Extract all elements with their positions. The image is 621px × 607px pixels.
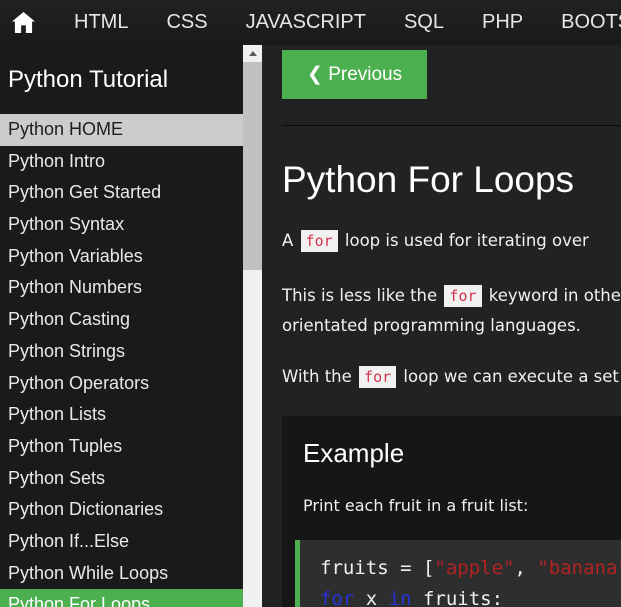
code-string: "banana" [537, 557, 621, 579]
paragraph-line: A for loop is used for iterating over [282, 230, 589, 252]
content-area: Python Tutorial Python HOME Python Intro P… [0, 45, 621, 607]
code-string: "apple" [434, 557, 515, 579]
divider-line [282, 125, 621, 126]
paragraph-line: This is less like the for keyword in oth… [282, 285, 621, 307]
sidebar-item-python-syntax[interactable]: Python Syntax [0, 209, 243, 241]
paragraph-line: With the for loop we can execute a set o… [282, 366, 621, 388]
sidebar-items: Python HOME Python Intro Python Get Starte… [0, 114, 243, 607]
sidebar-item-python-intro[interactable]: Python Intro [0, 146, 243, 178]
sidebar-title: Python Tutorial [8, 66, 169, 93]
code-block: fruits = ["apple", "banana", "cherry"]fo… [295, 540, 621, 607]
sidebar-item-python-home[interactable]: Python HOME [0, 114, 243, 146]
topnav-item-css[interactable]: CSS [147, 11, 226, 34]
topnav-item-javascript[interactable]: JAVASCRIPT [227, 11, 385, 34]
main-content: ❮ Previous Python For Loops A for loop i… [262, 45, 621, 607]
sidebar-item-python-get-started[interactable]: Python Get Started [0, 177, 243, 209]
sidebar-item-python-strings[interactable]: Python Strings [0, 336, 243, 368]
code-keyword: in [388, 588, 412, 607]
intro-paragraphs: A for loop is used for iterating over Thi… [282, 226, 621, 392]
sidebar-item-python-for-loops[interactable]: Python For Loops [0, 589, 243, 607]
paragraph: This is less like the for keyword in oth… [282, 281, 621, 340]
sidebar-item-python-sets[interactable]: Python Sets [0, 463, 243, 495]
scroll-up-arrow-icon [248, 51, 257, 56]
code-line: for x in fruits: [320, 584, 621, 607]
sidebar-item-python-if-else[interactable]: Python If...Else [0, 526, 243, 558]
codespan: for [359, 366, 397, 388]
paragraph: With the for loop we can execute a set o… [282, 362, 621, 392]
topnav-item-php[interactable]: PHP [463, 11, 542, 34]
sidebar-item-python-lists[interactable]: Python Lists [0, 399, 243, 431]
topnav-items: HTMLCSSJAVASCRIPTSQLPHPBOOTSTRAP [35, 11, 621, 34]
sidebar-item-python-casting[interactable]: Python Casting [0, 304, 243, 336]
sidebar-item-python-numbers[interactable]: Python Numbers [0, 272, 243, 304]
sidebar-item-python-dictionaries[interactable]: Python Dictionaries [0, 494, 243, 526]
code-text: fruits = [ [320, 557, 435, 579]
example-panel: Example Print each fruit in a fruit list… [282, 416, 621, 607]
topnav-item-bootstrap[interactable]: BOOTSTRAP [542, 11, 621, 34]
sidebar-item-python-tuples[interactable]: Python Tuples [0, 431, 243, 463]
home-icon [12, 12, 35, 33]
sidebar-scrollbar[interactable] [243, 45, 262, 607]
code-text: , [514, 557, 538, 579]
sidebar-item-python-while-loops[interactable]: Python While Loops [0, 558, 243, 590]
example-description: Print each fruit in a fruit list: [303, 496, 529, 515]
topnav-item-html[interactable]: HTML [55, 11, 147, 34]
top-navigation-bar: HTMLCSSJAVASCRIPTSQLPHPBOOTSTRAP [0, 0, 621, 45]
code-text: x [354, 588, 389, 607]
code-keyword: for [320, 588, 355, 607]
page-title: Python For Loops [282, 159, 575, 200]
sidebar-item-python-operators[interactable]: Python Operators [0, 368, 243, 400]
sidebar-item-python-variables[interactable]: Python Variables [0, 241, 243, 273]
previous-button[interactable]: ❮ Previous [282, 50, 428, 99]
sidebar-tutorial-menu: Python Tutorial Python HOME Python Intro P… [0, 45, 243, 607]
scroll-up-button[interactable] [243, 45, 262, 62]
paragraph: A for loop is used for iterating over [282, 226, 621, 256]
codespan: for [444, 285, 482, 307]
topnav-item-sql[interactable]: SQL [385, 11, 463, 34]
paragraph-line: orientated programming languages. [282, 316, 581, 335]
code-text: fruits: [411, 588, 504, 607]
codespan: for [300, 230, 338, 252]
home-link[interactable] [12, 12, 35, 33]
example-title: Example [303, 438, 405, 468]
code-line: fruits = ["apple", "banana", "cherry"] [320, 553, 621, 584]
scrollbar-thumb[interactable] [243, 62, 262, 270]
